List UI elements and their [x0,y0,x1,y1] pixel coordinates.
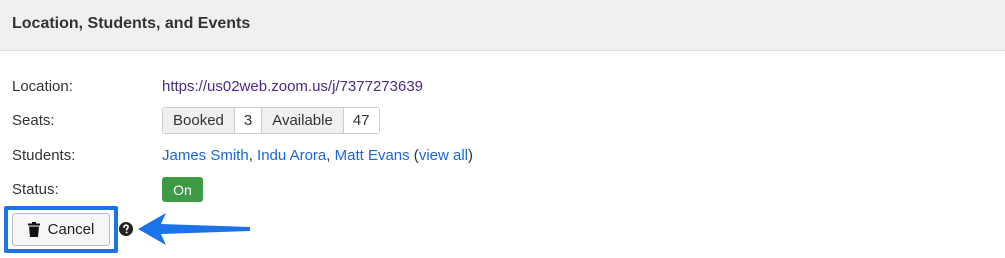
seats-label: Seats: [12,112,55,129]
student-link-indu-arora[interactable]: Indu Arora [257,147,326,164]
seats-counter: Booked 3 Available 47 [162,107,380,134]
view-all-link[interactable]: view all [419,147,468,164]
cancel-label: Cancel [47,221,95,238]
booked-label: Booked [163,108,235,133]
close-paren: ) [468,147,473,164]
status-badge: On [162,177,203,202]
arrow-left-icon [138,213,250,245]
location-label: Location: [12,78,73,95]
panel-header: Location, Students, and Events [0,0,1005,51]
location-link[interactable]: https://us02web.zoom.us/j/7377273639 [162,78,423,95]
student-separator: , [248,147,258,164]
open-paren: ( [409,147,419,164]
student-link-matt-evans[interactable]: Matt Evans [335,147,410,164]
cancel-button[interactable]: Cancel [12,213,110,246]
student-separator: , [326,147,335,164]
available-label: Available [262,108,344,133]
students-label: Students: [12,147,76,164]
booked-count: 3 [234,108,263,133]
question-circle-icon[interactable] [119,222,133,236]
student-link-james-smith[interactable]: James Smith [162,147,249,164]
status-label: Status: [12,181,59,198]
trash-icon [27,222,40,237]
location-value: https://us02web.zoom.us/j/7377273639 [162,78,423,95]
students-list: James Smith, Indu Arora, Matt Evans (vie… [162,147,473,164]
available-count: 47 [343,108,379,133]
panel-title: Location, Students, and Events [12,15,251,32]
